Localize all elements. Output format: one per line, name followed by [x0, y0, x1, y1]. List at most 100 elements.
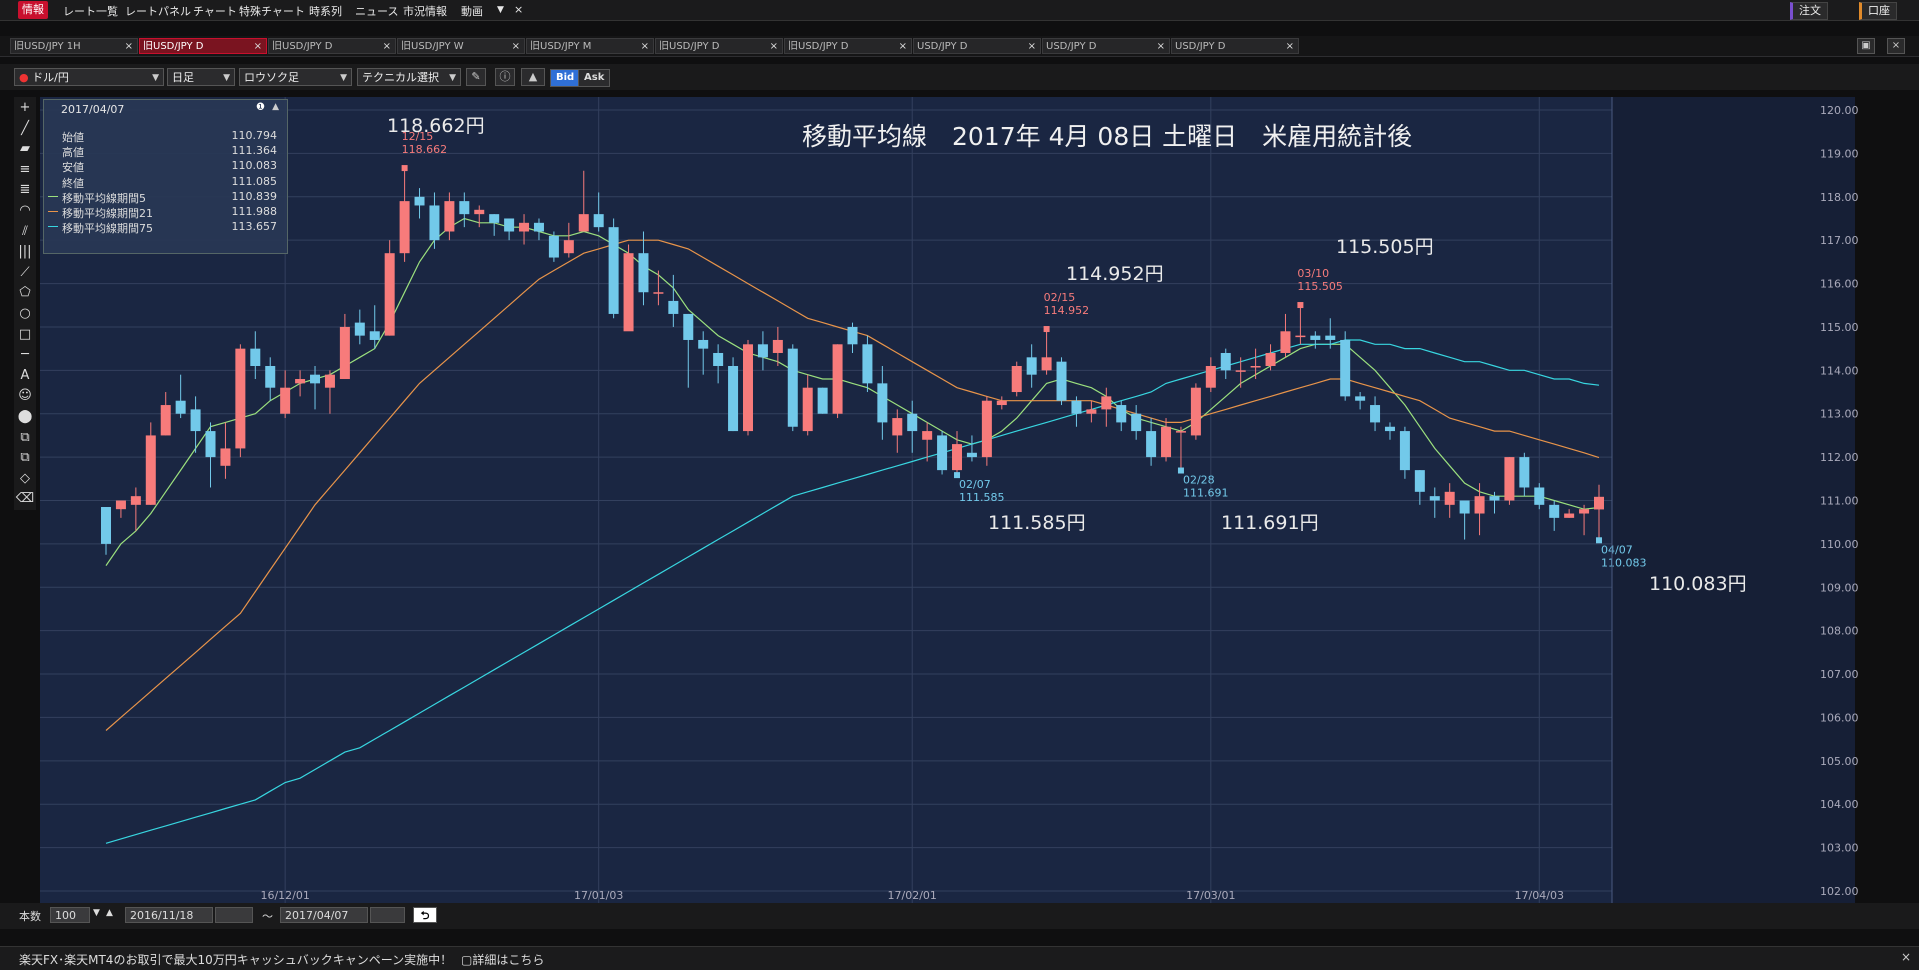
series-swatch	[48, 195, 58, 197]
candle-body	[489, 214, 500, 223]
candle	[981, 396, 992, 466]
candle-body	[698, 339, 709, 349]
candle-body	[1190, 387, 1201, 436]
to-date-input[interactable]: 2017/04/07	[280, 907, 368, 923]
collapse-icon[interactable]: ▲	[272, 102, 279, 112]
ohlc-value: 110.839	[231, 189, 278, 203]
candle-body	[1444, 491, 1455, 505]
to-time-input[interactable]	[370, 907, 405, 923]
count-input[interactable]: 100	[50, 907, 90, 923]
candle-body	[907, 413, 918, 432]
candle-body	[1175, 431, 1186, 433]
candle-body	[101, 507, 111, 544]
extreme-point	[401, 165, 408, 172]
y-tick-label: 111.00	[1820, 495, 1859, 508]
candle-body	[952, 444, 963, 471]
extreme-point	[1043, 326, 1050, 333]
ohlc-value: 111.085	[231, 174, 278, 188]
candle-body	[1235, 370, 1246, 372]
candle-body	[1280, 331, 1291, 353]
candle-body	[414, 196, 425, 206]
candle-body	[533, 222, 544, 232]
candle-body	[1131, 413, 1142, 432]
x-tick-label: 17/01/03	[574, 889, 623, 902]
y-tick-label: 119.00	[1820, 147, 1859, 160]
candle-body	[205, 431, 216, 458]
y-tick-label: 108.00	[1820, 625, 1859, 638]
ohlc-row: 移動平均線期間75 113.657	[48, 220, 278, 235]
candle-body	[1340, 339, 1351, 397]
candle	[742, 339, 753, 436]
candle-body	[1205, 366, 1216, 388]
detail-link[interactable]: ▢詳細はこちら	[461, 951, 544, 968]
candle-body	[1325, 335, 1336, 340]
extreme-date-label: 03/10	[1297, 267, 1329, 280]
annotation-low-3: 110.083円	[1649, 573, 1747, 595]
y-tick-label: 106.00	[1820, 711, 1859, 724]
close-icon[interactable]: ×	[1901, 950, 1911, 964]
candle-body	[1370, 405, 1381, 423]
spin-up-icon[interactable]: ▲	[106, 908, 113, 918]
candle-body	[1056, 361, 1067, 401]
candle	[937, 431, 948, 475]
ohlc-value: 113.657	[231, 220, 278, 234]
from-date-input[interactable]: 2016/11/18	[125, 907, 213, 923]
candle-body	[653, 292, 664, 294]
news-ticker: 楽天FX･楽天MT4のお取引で最大10万円キャッシュバックキャンペーン実施中！ …	[0, 946, 1919, 970]
candle-body	[1026, 357, 1037, 375]
spin-down-icon[interactable]: ▼	[93, 908, 100, 918]
info-icon[interactable]: ❶	[256, 102, 265, 113]
annotation-high-2: 114.952円	[1066, 263, 1164, 285]
candle-body	[265, 366, 276, 388]
candle	[728, 357, 739, 432]
y-tick-label: 105.00	[1820, 755, 1859, 768]
candle	[548, 231, 559, 262]
candle-body	[1594, 496, 1604, 510]
y-tick-label: 113.00	[1820, 408, 1859, 421]
extreme-value-label: 118.662	[402, 143, 448, 156]
candle-body	[504, 218, 515, 232]
candle-body	[623, 253, 634, 332]
candle	[1056, 357, 1067, 406]
annotation-high-1: 118.662円	[387, 115, 485, 137]
candle-body	[1474, 496, 1485, 514]
candle-body	[548, 235, 559, 258]
ohlc-row: 移動平均線期間5 110.839	[48, 189, 278, 205]
y-tick-label: 114.00	[1820, 364, 1859, 377]
chart-title: 移動平均線 2017年 4月 08日 土曜日 米雇用統計後	[802, 122, 1413, 151]
ohlc-row: 終値 111.085	[62, 174, 278, 190]
ticker-text: 楽天FX･楽天MT4のお取引で最大10万円キャッシュバックキャンペーン実施中！	[19, 953, 453, 967]
ohlc-value: 110.794	[231, 129, 278, 142]
candle-body	[668, 300, 679, 314]
candle-body	[1414, 470, 1425, 492]
candle-body	[160, 405, 171, 436]
candle-body	[772, 339, 783, 353]
candle-body	[608, 227, 619, 314]
annotation-low-1: 111.585円	[988, 512, 1086, 534]
extreme-value-label: 111.585	[959, 491, 1005, 504]
series-swatch	[48, 226, 58, 228]
candle-body	[638, 253, 649, 293]
candle-body	[1086, 409, 1097, 414]
extreme-value-label: 114.952	[1044, 304, 1090, 317]
candle-body	[757, 344, 768, 358]
candle-body	[892, 418, 903, 436]
annotation-low-2: 111.691円	[1221, 512, 1319, 534]
candle-body	[295, 379, 306, 384]
candle-body	[175, 400, 186, 414]
candle-body	[593, 214, 604, 228]
candle-body	[354, 322, 365, 336]
candle-body	[220, 448, 231, 466]
ohlc-value: 110.083	[231, 159, 278, 173]
range-tilde: ～	[262, 910, 273, 923]
ohlc-label: 終値	[62, 176, 84, 190]
candle-body	[190, 409, 201, 432]
from-time-input[interactable]	[215, 907, 253, 923]
candle-body	[519, 222, 530, 232]
candle-body	[1041, 357, 1052, 371]
extreme-point	[1297, 302, 1304, 309]
candle-body	[1011, 366, 1022, 393]
refresh-icon[interactable]: ⮌	[413, 907, 437, 923]
candle-body	[862, 344, 873, 384]
candle-body	[563, 240, 574, 254]
